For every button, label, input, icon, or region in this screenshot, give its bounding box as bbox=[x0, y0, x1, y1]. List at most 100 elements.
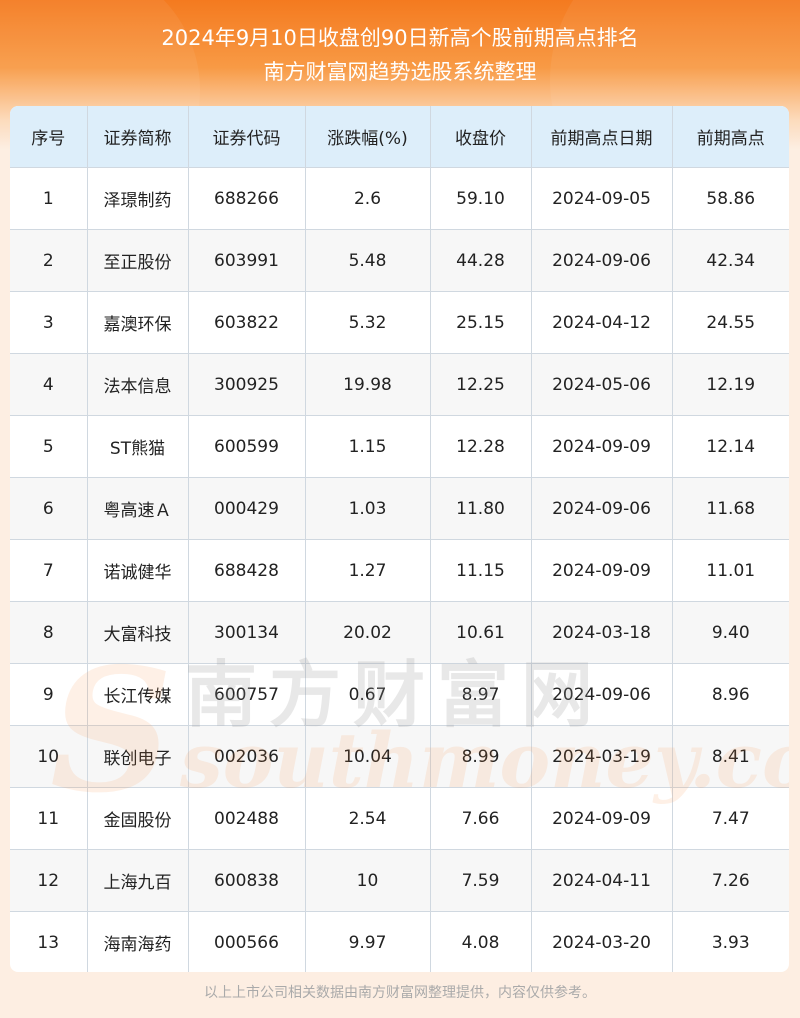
code-cell: 688266 bbox=[187, 167, 306, 230]
prior-high-cell: 42.34 bbox=[671, 229, 789, 292]
prior-high-cell: 58.86 bbox=[671, 167, 789, 230]
prior-high-cell: 24.55 bbox=[671, 291, 789, 354]
table-row: 4 法本信息 300925 19.98 12.25 2024-05-06 12.19 bbox=[10, 353, 789, 416]
column-header-prior-high-date: 前期高点日期 bbox=[530, 106, 673, 168]
rank-cell: 4 bbox=[10, 353, 88, 416]
prior-high-date-cell: 2024-04-12 bbox=[530, 291, 673, 354]
column-header-rank: 序号 bbox=[10, 106, 88, 168]
code-cell: 600838 bbox=[187, 849, 306, 912]
change-pct-cell: 19.98 bbox=[304, 353, 431, 416]
close-price-cell: 10.61 bbox=[429, 601, 532, 664]
table-row: 8 大富科技 300134 20.02 10.61 2024-03-18 9.40 bbox=[10, 601, 789, 664]
close-price-cell: 4.08 bbox=[429, 911, 532, 972]
table-row: 10 联创电子 002036 10.04 8.99 2024-03-19 8.41 bbox=[10, 725, 789, 788]
close-price-cell: 12.28 bbox=[429, 415, 532, 478]
code-cell: 002036 bbox=[187, 725, 306, 788]
prior-high-cell: 12.14 bbox=[671, 415, 789, 478]
prior-high-cell: 9.40 bbox=[671, 601, 789, 664]
name-cell: 粤高速Ａ bbox=[86, 477, 189, 540]
code-cell: 000566 bbox=[187, 911, 306, 972]
name-cell: 嘉澳环保 bbox=[86, 291, 189, 354]
close-price-cell: 7.66 bbox=[429, 787, 532, 850]
close-price-cell: 11.80 bbox=[429, 477, 532, 540]
code-cell: 002488 bbox=[187, 787, 306, 850]
change-pct-cell: 5.48 bbox=[304, 229, 431, 292]
name-cell: 泽璟制药 bbox=[86, 167, 189, 230]
prior-high-cell: 7.47 bbox=[671, 787, 789, 850]
rank-cell: 8 bbox=[10, 601, 88, 664]
rank-cell: 2 bbox=[10, 229, 88, 292]
rank-cell: 6 bbox=[10, 477, 88, 540]
close-price-cell: 11.15 bbox=[429, 539, 532, 602]
change-pct-cell: 10 bbox=[304, 849, 431, 912]
page-subtitle: 南方财富网趋势选股系统整理 bbox=[263, 60, 537, 84]
change-pct-cell: 10.04 bbox=[304, 725, 431, 788]
code-cell: 300925 bbox=[187, 353, 306, 416]
table-row: 12 上海九百 600838 10 7.59 2024-04-11 7.26 bbox=[10, 849, 789, 912]
code-cell: 603991 bbox=[187, 229, 306, 292]
change-pct-cell: 9.97 bbox=[304, 911, 431, 972]
close-price-cell: 8.97 bbox=[429, 663, 532, 726]
rank-cell: 13 bbox=[10, 911, 88, 972]
column-header-change-pct: 涨跌幅(%) bbox=[304, 106, 431, 168]
table-row: 2 至正股份 603991 5.48 44.28 2024-09-06 42.34 bbox=[10, 229, 789, 292]
column-header-code: 证券代码 bbox=[187, 106, 306, 168]
close-price-cell: 44.28 bbox=[429, 229, 532, 292]
name-cell: 至正股份 bbox=[86, 229, 189, 292]
prior-high-date-cell: 2024-03-20 bbox=[530, 911, 673, 972]
prior-high-cell: 3.93 bbox=[671, 911, 789, 972]
ranking-table: 序号 证券简称 证券代码 涨跌幅(%) 收盘价 前期高点日期 前期高点 1 泽璟制… bbox=[10, 106, 789, 972]
name-cell: 法本信息 bbox=[86, 353, 189, 416]
column-header-close-price: 收盘价 bbox=[429, 106, 532, 168]
rank-cell: 9 bbox=[10, 663, 88, 726]
name-cell: 联创电子 bbox=[86, 725, 189, 788]
rank-cell: 7 bbox=[10, 539, 88, 602]
footer-disclaimer: 以上上市公司相关数据由南方财富网整理提供，内容仅供参考。 bbox=[204, 985, 596, 1001]
close-price-cell: 7.59 bbox=[429, 849, 532, 912]
column-header-name: 证券简称 bbox=[86, 106, 189, 168]
rank-cell: 10 bbox=[10, 725, 88, 788]
prior-high-date-cell: 2024-09-06 bbox=[530, 229, 673, 292]
prior-high-date-cell: 2024-04-11 bbox=[530, 849, 673, 912]
table-row: 3 嘉澳环保 603822 5.32 25.15 2024-04-12 24.55 bbox=[10, 291, 789, 354]
prior-high-date-cell: 2024-09-06 bbox=[530, 477, 673, 540]
prior-high-date-cell: 2024-05-06 bbox=[530, 353, 673, 416]
prior-high-date-cell: 2024-09-09 bbox=[530, 787, 673, 850]
prior-high-cell: 8.41 bbox=[671, 725, 789, 788]
table-row: 11 金固股份 002488 2.54 7.66 2024-09-09 7.47 bbox=[10, 787, 789, 850]
code-cell: 000429 bbox=[187, 477, 306, 540]
code-cell: 688428 bbox=[187, 539, 306, 602]
prior-high-cell: 8.96 bbox=[671, 663, 789, 726]
prior-high-cell: 11.68 bbox=[671, 477, 789, 540]
name-cell: 金固股份 bbox=[86, 787, 189, 850]
prior-high-date-cell: 2024-09-09 bbox=[530, 415, 673, 478]
close-price-cell: 25.15 bbox=[429, 291, 532, 354]
name-cell: ST熊猫 bbox=[86, 415, 189, 478]
name-cell: 大富科技 bbox=[86, 601, 189, 664]
change-pct-cell: 1.27 bbox=[304, 539, 431, 602]
ranking-table-card: 序号 证券简称 证券代码 涨跌幅(%) 收盘价 前期高点日期 前期高点 1 泽璟制… bbox=[10, 106, 789, 972]
rank-cell: 5 bbox=[10, 415, 88, 478]
name-cell: 海南海药 bbox=[86, 911, 189, 972]
prior-high-cell: 12.19 bbox=[671, 353, 789, 416]
change-pct-cell: 1.15 bbox=[304, 415, 431, 478]
prior-high-date-cell: 2024-03-19 bbox=[530, 725, 673, 788]
prior-high-date-cell: 2024-09-09 bbox=[530, 539, 673, 602]
rank-cell: 3 bbox=[10, 291, 88, 354]
table-row: 7 诺诚健华 688428 1.27 11.15 2024-09-09 11.01 bbox=[10, 539, 789, 602]
change-pct-cell: 1.03 bbox=[304, 477, 431, 540]
rank-cell: 11 bbox=[10, 787, 88, 850]
prior-high-date-cell: 2024-03-18 bbox=[530, 601, 673, 664]
prior-high-cell: 7.26 bbox=[671, 849, 789, 912]
table-row: 9 长江传媒 600757 0.67 8.97 2024-09-06 8.96 bbox=[10, 663, 789, 726]
table-row: 6 粤高速Ａ 000429 1.03 11.80 2024-09-06 11.68 bbox=[10, 477, 789, 540]
table-body: 1 泽璟制药 688266 2.6 59.10 2024-09-05 58.86 2 至正股份 6… bbox=[10, 167, 789, 972]
change-pct-cell: 20.02 bbox=[304, 601, 431, 664]
code-cell: 603822 bbox=[187, 291, 306, 354]
code-cell: 600757 bbox=[187, 663, 306, 726]
table-row: 1 泽璟制药 688266 2.6 59.10 2024-09-05 58.86 bbox=[10, 167, 789, 230]
column-header-prior-high: 前期高点 bbox=[671, 106, 789, 168]
change-pct-cell: 0.67 bbox=[304, 663, 431, 726]
change-pct-cell: 2.6 bbox=[304, 167, 431, 230]
name-cell: 诺诚健华 bbox=[86, 539, 189, 602]
